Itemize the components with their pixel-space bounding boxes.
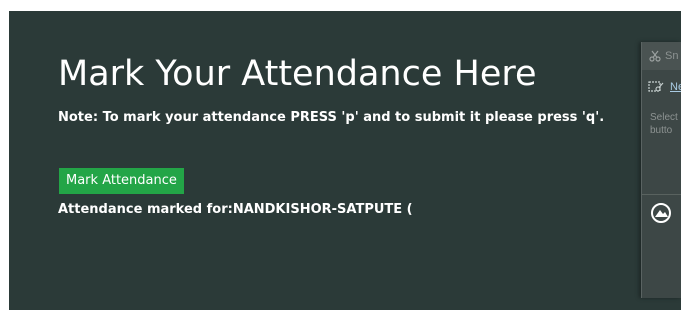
snipping-tool-titlebar[interactable]: Sn: [642, 42, 681, 70]
snip-mode-icon[interactable]: [650, 202, 672, 224]
instruction-note: Note: To mark your attendance PRESS 'p' …: [58, 110, 605, 125]
description-line: Select: [650, 112, 678, 123]
scissors-icon: [649, 50, 661, 62]
snipping-tool-window[interactable]: Sn Ne Select butto: [641, 42, 681, 298]
new-snip-button[interactable]: Ne: [645, 76, 681, 98]
snipping-tool-description: Select butto: [650, 111, 678, 137]
mark-attendance-button[interactable]: Mark Attendance: [59, 168, 184, 194]
description-line: butto: [650, 125, 673, 136]
page-title: Mark Your Attendance Here: [58, 54, 537, 94]
new-snip-label: Ne: [670, 81, 681, 93]
new-snip-icon: [648, 81, 664, 92]
divider: [642, 194, 681, 195]
snipping-tool-title: Sn: [665, 50, 679, 62]
attendance-status-text: Attendance marked for:NANDKISHOR-SATPUTE…: [58, 202, 413, 217]
